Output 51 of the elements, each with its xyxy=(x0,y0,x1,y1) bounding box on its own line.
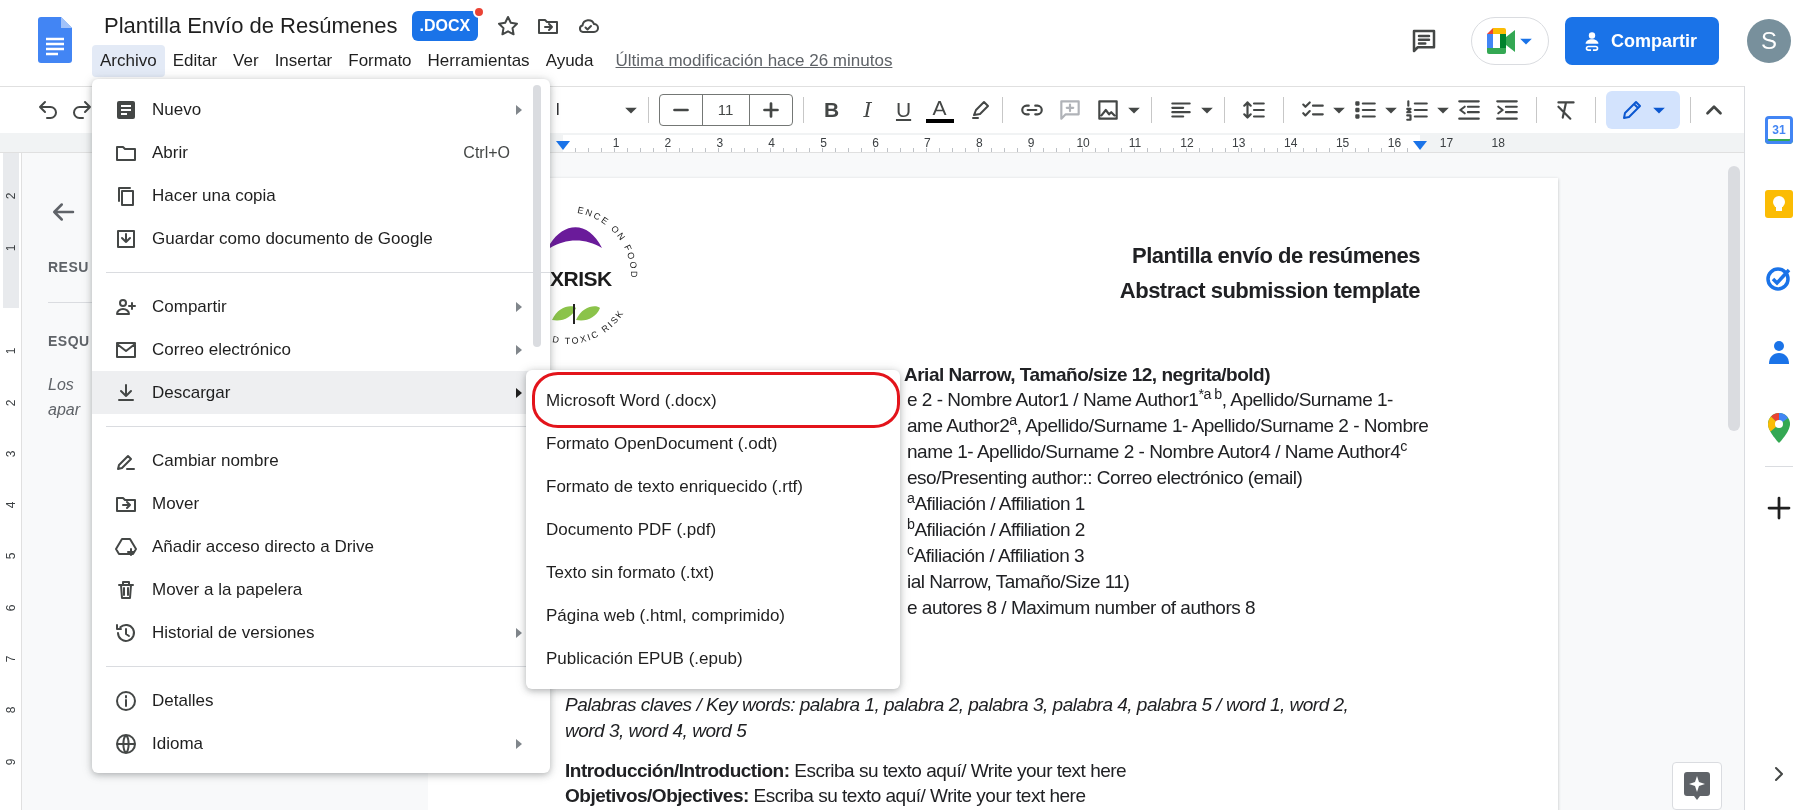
document-text: Objetivos/Objectives: Escriba su texto aquí/ Write your text here xyxy=(565,784,1086,809)
ruler-number: 7 xyxy=(923,136,932,151)
outline-heading: RESU xyxy=(48,258,89,278)
document-text: ame Author2$^{a}$, Apellido/Surname 1- Apellido/Surname 2 - Nombre xyxy=(907,413,1429,439)
ruler-number: 2 xyxy=(663,136,673,151)
ruler-number: 8 xyxy=(974,136,984,151)
document-text: $^{c}$Afiliación / Affiliation 3 xyxy=(907,543,1085,569)
ruler-number: 4 xyxy=(767,136,777,151)
keywords-text: Palabras claves / Key words: palabra 1, palabra 2, palabra 3, palabra 4, palabra 5 / word 1, word 2, xyxy=(565,693,1349,718)
ruler-number: 4 xyxy=(3,500,19,511)
document-heading: Abstract submission template xyxy=(1119,277,1420,306)
ruler-number: 9 xyxy=(1026,136,1036,151)
document-text: Introducción/Introduction: Escriba su texto aquí/ Write your text here xyxy=(565,759,1127,784)
ruler-number: 15 xyxy=(1334,136,1351,151)
document-text: ial Narrow, Tamaño/Size 11) xyxy=(907,570,1130,595)
document-text: Arial Narrow, Tamaño/size 12, negrita/bold) xyxy=(904,363,1270,388)
ruler-number: 1 xyxy=(3,243,19,254)
ruler-number: 16 xyxy=(1386,136,1403,151)
outline-summary-text: Los xyxy=(48,375,74,396)
document-heading: Plantilla envío de resúmenes xyxy=(1131,242,1420,271)
ruler-number: 6 xyxy=(3,603,19,614)
ruler-number: 2 xyxy=(3,191,19,202)
ruler-number: 2 xyxy=(3,398,19,408)
ruler-number: 1 xyxy=(611,136,621,151)
ruler-number: 13 xyxy=(1231,136,1247,151)
ruler-number: 3 xyxy=(715,136,725,151)
ruler-number: 3 xyxy=(3,449,19,460)
ruler-number: 6 xyxy=(871,136,880,151)
document-text: eso/Presenting author:: Correo electrónico (email) xyxy=(907,466,1303,491)
document-text: e autores 8 / Maximum number of authors 8 xyxy=(907,596,1256,621)
ruler-number: 10 xyxy=(1075,136,1091,151)
ruler-number: 7 xyxy=(3,654,19,665)
ruler-number: 18 xyxy=(1490,136,1506,151)
document-text: e 2 - Nombre Autor1 / Name Author1$^{*a b}$, Apellido/Surname 1- xyxy=(907,387,1393,413)
document-text: name 1- Apellido/Surname 2 - Nombre Autor4 / Name Author4$^{c}$ xyxy=(907,439,1407,465)
document-text: $^{a}$Afiliación / Affiliation 1 xyxy=(907,491,1085,517)
ruler-number: 5 xyxy=(819,136,828,151)
ruler-number: 14 xyxy=(1283,136,1299,151)
keyboard-shortcut: Ctrl+O xyxy=(463,142,510,163)
outline-heading: ESQU xyxy=(48,332,90,352)
ruler-number: 8 xyxy=(3,706,19,716)
keywords-text: word 3, word 4, word 5 xyxy=(565,719,747,744)
ruler-number: 11 xyxy=(1127,136,1143,151)
logo-text: XRISK xyxy=(550,267,612,291)
ruler-number: 9 xyxy=(3,757,19,767)
document-text: $^{b}$Afiliación / Affiliation 2 xyxy=(907,517,1085,543)
ruler-number: 17 xyxy=(1438,136,1455,151)
outline-summary-text: apar xyxy=(48,400,81,421)
ruler-number: 12 xyxy=(1179,136,1195,151)
ruler-number: 1 xyxy=(3,346,19,357)
ruler-number: 5 xyxy=(3,552,19,562)
